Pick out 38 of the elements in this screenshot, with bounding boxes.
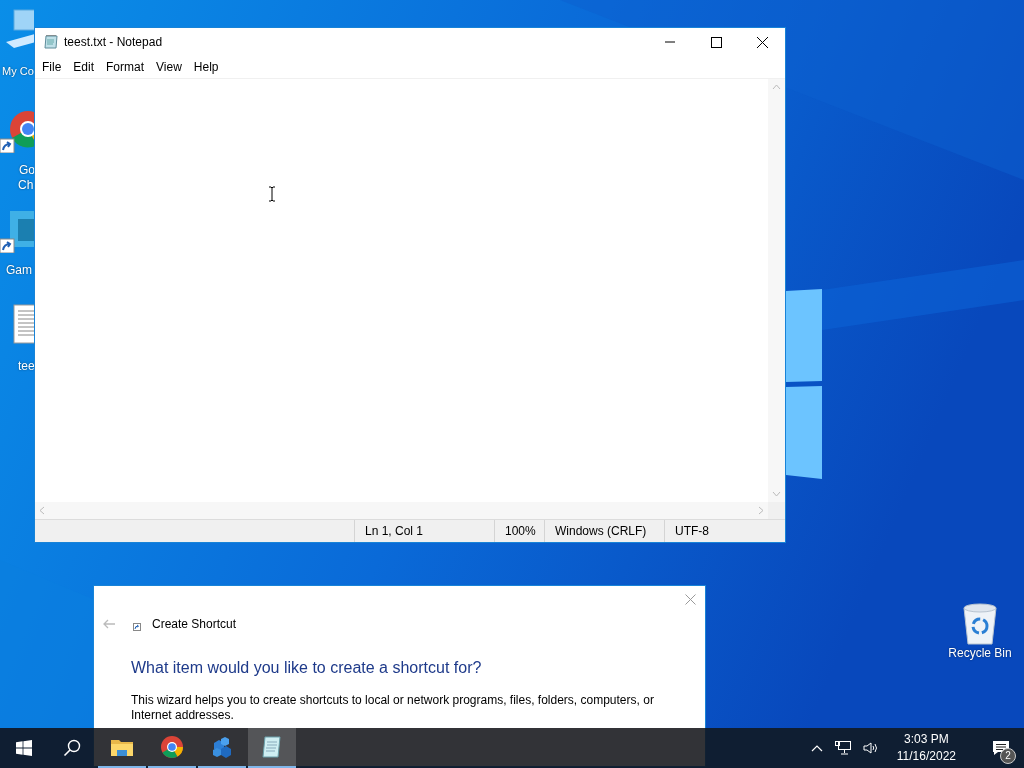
taskbar-app[interactable]: [248, 728, 296, 768]
maximize-icon[interactable]: [708, 35, 724, 49]
icon-label[interactable]: My Co: [2, 64, 34, 79]
notepad-icon: [43, 34, 59, 50]
shortcut-icon: [133, 623, 141, 631]
icon-label[interactable]: tee: [18, 359, 34, 374]
chrome-icon: [160, 735, 184, 759]
text-cursor-icon: [268, 186, 276, 202]
menu-item[interactable]: Help: [187, 58, 225, 76]
window-title: teest.txt - Notepad: [64, 35, 164, 49]
status-text: Ln 1, Col 1: [354, 520, 494, 542]
close-icon[interactable]: [754, 35, 770, 49]
status-text: Windows (CRLF): [544, 520, 664, 542]
clock[interactable]: 3:03 PM 11/16/2022: [888, 731, 964, 765]
icon-label[interactable]: Go: [19, 163, 34, 178]
notepad-icon: [260, 735, 284, 759]
dialog-text: This wizard helps you to create shortcuts to local or network programs, files, folders, computers, or Internet addresses.: [131, 693, 655, 723]
notification-button[interactable]: 2: [978, 728, 1024, 768]
menu-item[interactable]: Edit: [67, 58, 101, 76]
status-text: UTF-8: [664, 520, 785, 542]
dialog-heading: What item would you like to create a shortcut for?: [131, 659, 483, 677]
menu-item[interactable]: File: [36, 58, 68, 76]
menu-item[interactable]: View: [150, 58, 188, 76]
dialog-title: Create Shortcut: [152, 617, 237, 631]
icon-label[interactable]: Ch: [18, 178, 34, 193]
menu-item[interactable]: Format: [100, 58, 151, 76]
show-hidden-icons-icon[interactable]: [810, 744, 823, 752]
search-icon[interactable]: [63, 739, 81, 757]
close-button[interactable]: [685, 594, 696, 605]
windows-logo-icon[interactable]: [16, 740, 32, 756]
network-icon[interactable]: [834, 741, 851, 755]
size-grip[interactable]: [768, 502, 785, 519]
cubes-icon: [210, 735, 234, 759]
status-text: 100%: [494, 520, 544, 542]
icon-label[interactable]: Recycle Bin: [948, 646, 1012, 661]
volume-icon[interactable]: [862, 741, 879, 755]
icon-label[interactable]: Gam: [6, 263, 32, 278]
notification-badge: 2: [1000, 748, 1016, 764]
